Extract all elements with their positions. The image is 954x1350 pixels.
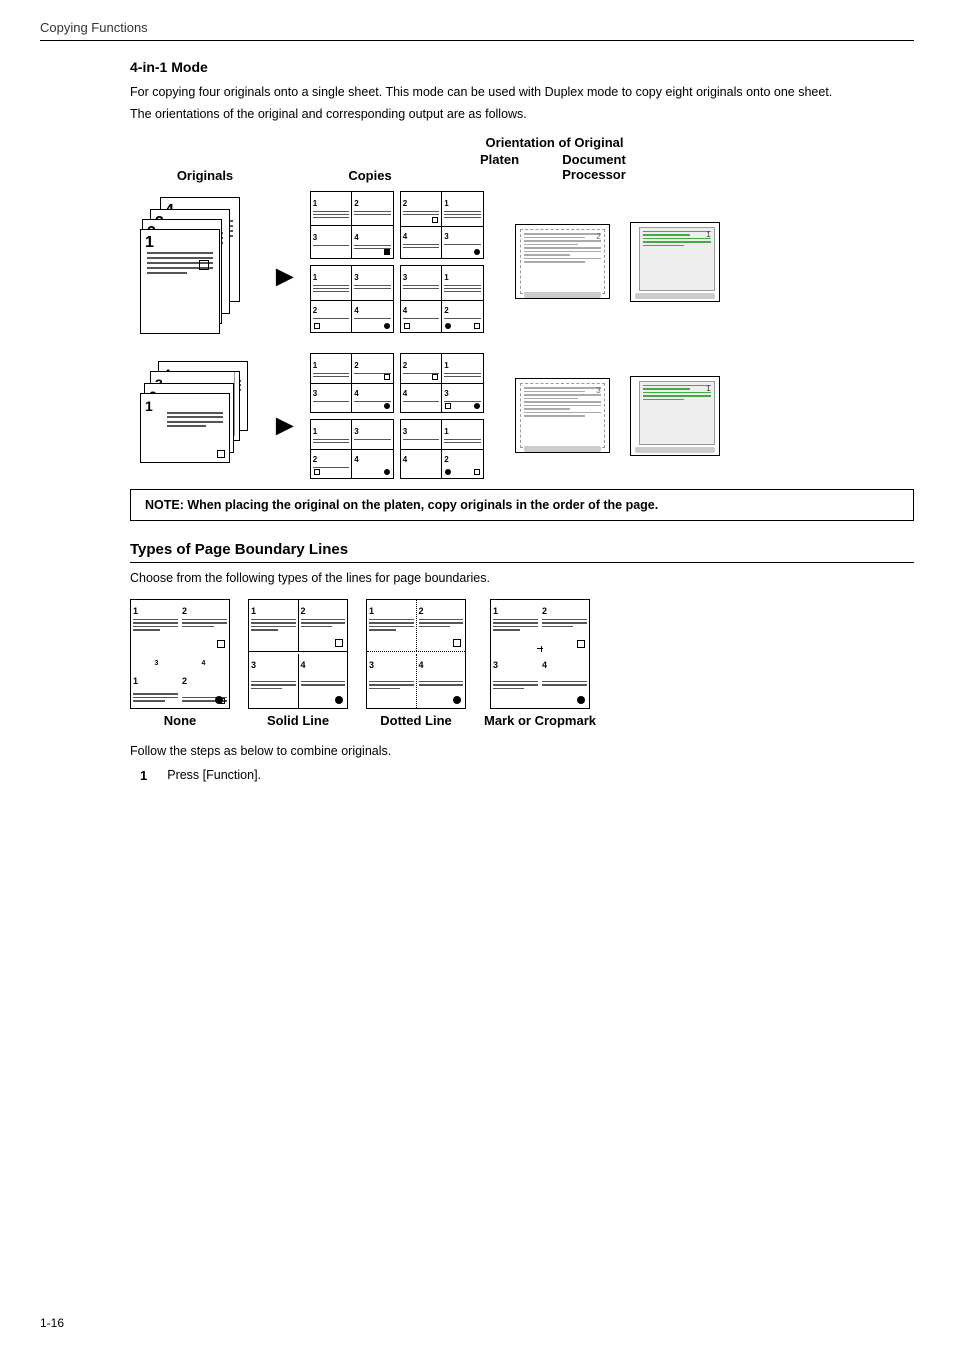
arrow-2: ►: [270, 409, 300, 443]
boundary-none: 1 2: [130, 599, 230, 728]
step1-text: Press [Function].: [167, 768, 261, 783]
step1-num: 1: [140, 768, 147, 783]
arrow-1: ►: [270, 260, 300, 294]
section-desc1: For copying four originals onto a single…: [130, 83, 914, 102]
boundary-solid: 1 2: [248, 599, 348, 728]
boundary-dotted: 1 2: [366, 599, 466, 728]
platen-img-1: 2: [515, 224, 610, 299]
docproc-img-1: 1: [630, 222, 720, 302]
page-header: Copying Functions: [40, 20, 914, 41]
boundary-cropmark: 1 2: [484, 599, 596, 728]
docproc-img-2: 1: [630, 376, 720, 456]
boundary-desc: Choose from the following types of the l…: [130, 571, 914, 585]
section-title: 4-in-1 Mode: [130, 59, 914, 75]
footer-page: 1-16: [40, 1316, 64, 1330]
label-solid: Solid Line: [267, 713, 329, 728]
section-4in1: 4-in-1 Mode For copying four originals o…: [130, 59, 914, 521]
section-boundary: Types of Page Boundary Lines Choose from…: [130, 541, 914, 783]
follow-steps-text: Follow the steps as below to combine ori…: [130, 744, 914, 758]
section-desc2: The orientations of the original and cor…: [130, 107, 914, 121]
note-box: NOTE: When placing the original on the p…: [130, 489, 914, 521]
platen-img-2: 3: [515, 378, 610, 453]
label-dotted: Dotted Line: [380, 713, 452, 728]
col-header-originals: Originals: [140, 168, 270, 183]
col-header-copies: Copies: [270, 168, 470, 183]
originals-stack-1: 4 3 2: [140, 197, 260, 327]
label-none: None: [164, 713, 197, 728]
label-cropmark: Mark or Cropmark: [484, 713, 596, 728]
col-header-orientation: Orientation of Original Platen Document …: [480, 135, 629, 183]
originals-stack-2: 4 3 2 1: [140, 361, 260, 471]
boundary-title: Types of Page Boundary Lines: [130, 541, 914, 563]
copies-col-2: 1 2: [310, 353, 495, 479]
copies-col-1: 1 2: [310, 191, 495, 333]
